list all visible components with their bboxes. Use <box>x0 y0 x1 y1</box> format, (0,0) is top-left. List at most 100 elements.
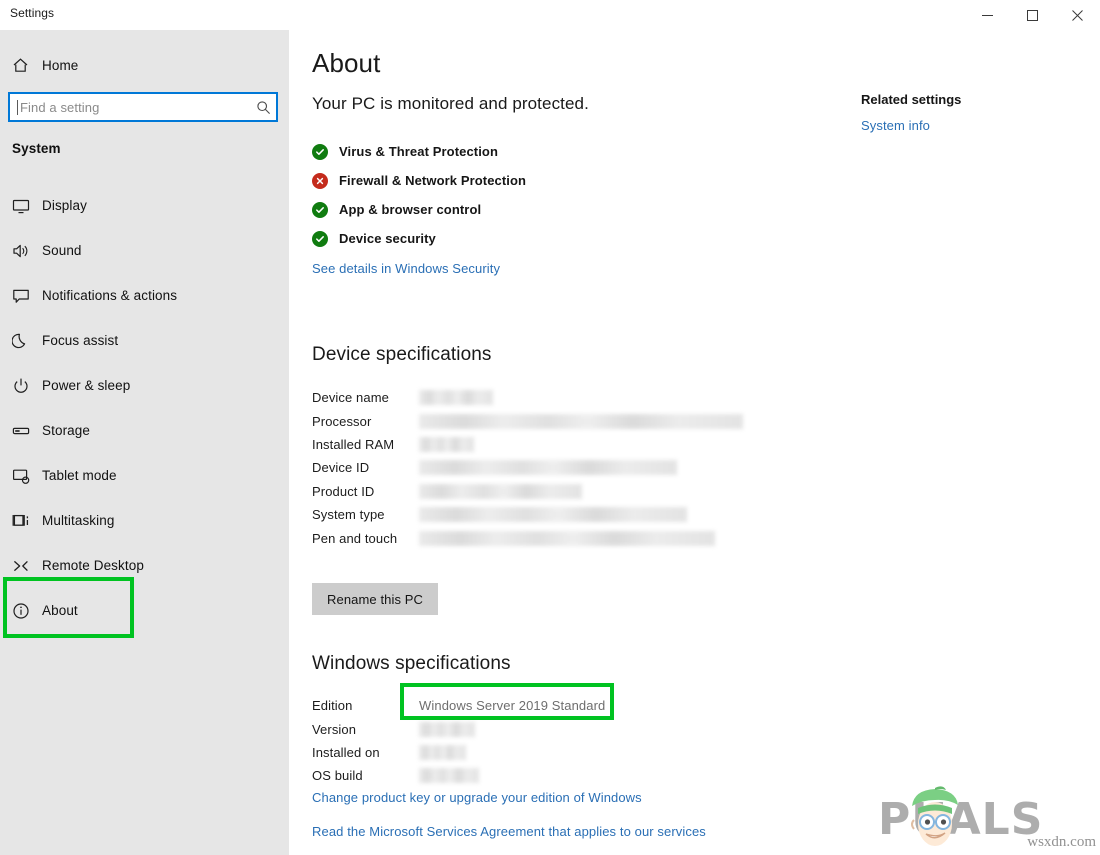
security-status-label: Firewall & Network Protection <box>339 173 526 188</box>
spec-key: Edition <box>312 698 419 713</box>
security-status-label: Device security <box>339 231 436 246</box>
sidebar-item-notifications-label: Notifications & actions <box>42 288 177 303</box>
spec-value-redacted <box>419 414 743 429</box>
info-icon <box>12 602 42 620</box>
page-title: About <box>312 48 380 79</box>
spec-key: Installed on <box>312 745 419 760</box>
spec-value-redacted <box>419 460 677 475</box>
related-settings-heading: Related settings <box>861 92 961 107</box>
sidebar-item-power-sleep-label: Power & sleep <box>42 378 130 393</box>
spec-key: System type <box>312 507 419 522</box>
device-specifications-heading: Device specifications <box>312 344 492 366</box>
sidebar-item-about[interactable]: About <box>0 595 289 626</box>
sidebar-item-multitasking[interactable]: Multitasking <box>0 505 289 536</box>
spec-row: Processor <box>312 409 743 432</box>
maximize-icon <box>1027 10 1038 21</box>
spec-row: Pen and touch <box>312 526 743 549</box>
text-caret <box>17 100 18 115</box>
sidebar-item-multitasking-label: Multitasking <box>42 513 114 528</box>
spec-row: System type <box>312 503 743 526</box>
spec-row: Edition Windows Server 2019 Standard <box>312 694 605 717</box>
spec-value-redacted <box>419 722 475 737</box>
sidebar-item-remote-desktop-label: Remote Desktop <box>42 558 144 573</box>
remote-desktop-icon <box>12 557 42 575</box>
cross-circle-icon <box>312 173 328 189</box>
search-placeholder: Find a setting <box>20 100 250 115</box>
sidebar-item-notifications[interactable]: Notifications & actions <box>0 280 289 311</box>
tablet-icon <box>12 467 42 485</box>
close-icon <box>1072 10 1083 21</box>
sidebar: Home Find a setting System <box>0 0 289 855</box>
windows-specifications-table: Edition Windows Server 2019 Standard Ver… <box>312 694 605 788</box>
spec-row: Product ID <box>312 480 743 503</box>
check-circle-icon <box>312 202 328 218</box>
spec-key: Device name <box>312 390 419 405</box>
search-icon[interactable] <box>250 100 276 115</box>
spec-value-redacted <box>419 437 474 452</box>
monitor-icon <box>12 197 42 215</box>
security-status-row[interactable]: Firewall & Network Protection <box>312 166 526 195</box>
title-bar: Settings <box>0 0 1100 30</box>
spec-value-redacted <box>419 507 687 522</box>
sidebar-item-home-label: Home <box>42 58 78 73</box>
sidebar-item-tablet-mode-label: Tablet mode <box>42 468 117 483</box>
spec-row: Version <box>312 717 605 740</box>
rename-this-pc-button[interactable]: Rename this PC <box>312 583 438 615</box>
main-content: About Your PC is monitored and protected… <box>289 30 1100 855</box>
window-title: Settings <box>10 6 54 20</box>
sidebar-section-header: System <box>12 141 61 156</box>
spec-value-redacted <box>419 484 582 499</box>
device-specifications-table: Device name Processor Installed RAM Devi… <box>312 386 743 550</box>
sidebar-item-power-sleep[interactable]: Power & sleep <box>0 370 289 401</box>
spec-row: Device ID <box>312 456 743 479</box>
spec-row: Installed on <box>312 741 605 764</box>
spec-key: Pen and touch <box>312 531 419 546</box>
change-product-key-link[interactable]: Change product key or upgrade your editi… <box>312 790 642 805</box>
sidebar-nav-list: Display Sound Notifica <box>0 190 289 640</box>
spec-key: Processor <box>312 414 419 429</box>
spec-value-redacted <box>419 745 466 760</box>
sidebar-item-display[interactable]: Display <box>0 190 289 221</box>
spec-key: Product ID <box>312 484 419 499</box>
check-circle-icon <box>312 144 328 160</box>
minimize-icon <box>982 10 993 21</box>
see-details-windows-security-link[interactable]: See details in Windows Security <box>312 261 500 276</box>
storage-icon <box>12 422 42 440</box>
sidebar-item-storage-label: Storage <box>42 423 90 438</box>
notification-bubble-icon <box>12 287 42 305</box>
sidebar-item-tablet-mode[interactable]: Tablet mode <box>0 460 289 491</box>
close-button[interactable] <box>1055 0 1100 30</box>
spec-key: Installed RAM <box>312 437 419 452</box>
security-status-row[interactable]: App & browser control <box>312 195 526 224</box>
security-status-row[interactable]: Virus & Threat Protection <box>312 137 526 166</box>
window-controls <box>965 0 1100 30</box>
spec-key: Version <box>312 722 419 737</box>
sidebar-item-home[interactable]: Home <box>0 50 289 80</box>
spec-key: Device ID <box>312 460 419 475</box>
edition-value: Windows Server 2019 Standard <box>419 698 605 713</box>
home-icon <box>12 57 42 74</box>
security-status-list: Virus & Threat Protection Firewall & Net… <box>312 137 526 253</box>
sidebar-item-storage[interactable]: Storage <box>0 415 289 446</box>
sidebar-item-sound[interactable]: Sound <box>0 235 289 266</box>
sidebar-item-focus-assist[interactable]: Focus assist <box>0 325 289 356</box>
spec-row: Device name <box>312 386 743 409</box>
spec-row: OS build <box>312 764 605 787</box>
sidebar-item-about-label: About <box>42 603 78 618</box>
maximize-button[interactable] <box>1010 0 1055 30</box>
moon-icon <box>12 332 42 350</box>
check-circle-icon <box>312 231 328 247</box>
sidebar-item-sound-label: Sound <box>42 243 82 258</box>
sidebar-item-remote-desktop[interactable]: Remote Desktop <box>0 550 289 581</box>
spec-value-redacted <box>419 390 493 405</box>
sidebar-item-display-label: Display <box>42 198 87 213</box>
microsoft-services-agreement-link[interactable]: Read the Microsoft Services Agreement th… <box>312 824 706 839</box>
spec-value-redacted <box>419 531 715 546</box>
protection-subtitle: Your PC is monitored and protected. <box>312 94 589 114</box>
security-status-row[interactable]: Device security <box>312 224 526 253</box>
power-icon <box>12 377 42 395</box>
search-input[interactable]: Find a setting <box>8 92 278 122</box>
minimize-button[interactable] <box>965 0 1010 30</box>
spec-value-redacted <box>419 768 479 783</box>
system-info-link[interactable]: System info <box>861 118 930 133</box>
